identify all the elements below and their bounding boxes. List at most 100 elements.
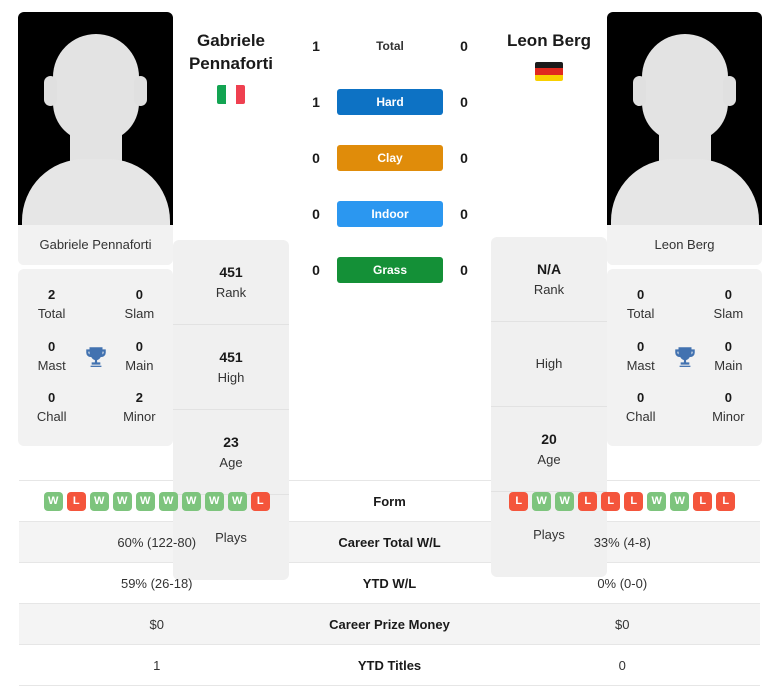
right-titles-chall-label: Chall bbox=[625, 409, 656, 425]
titles-row-bottom: 0 Chall 0 Minor bbox=[613, 382, 756, 434]
left-rank-value: 451 bbox=[219, 263, 243, 280]
right-titles-total: 0 Total bbox=[613, 286, 668, 324]
h2h-surface-label-grass[interactable]: Grass bbox=[337, 257, 443, 283]
left-titles-slam: 0 Slam bbox=[112, 286, 167, 324]
table-row: W L W W W W W W W L Form L W W L L L W W L L bbox=[19, 481, 760, 522]
form-badge-win[interactable]: W bbox=[89, 491, 109, 511]
avatar-silhouette-head bbox=[641, 34, 728, 142]
left-high-cell: 451 High bbox=[173, 325, 289, 410]
left-titles-slam-value: 0 bbox=[135, 287, 143, 302]
h2h-left-score: 0 bbox=[312, 206, 320, 222]
left-titles-mast: 0 Mast bbox=[24, 338, 79, 376]
titles-row-top: 2 Total 0 Slam bbox=[24, 279, 167, 331]
left-age-label: Age bbox=[219, 454, 243, 470]
avatar-silhouette-head bbox=[52, 34, 139, 142]
right-rank-cell: N/A Rank bbox=[491, 237, 607, 322]
h2h-right-score: 0 bbox=[460, 262, 468, 278]
table-row: 59% (26-18) YTD W/L 0% (0-0) bbox=[19, 563, 760, 604]
form-badge-win[interactable]: W bbox=[670, 491, 690, 511]
left-player-titles-card: 2 Total 0 Slam 0 Mast 0 Main 0 Chall 2 M… bbox=[18, 269, 173, 447]
form-badge-win[interactable]: W bbox=[112, 491, 132, 511]
right-titles-mast-label: Mast bbox=[626, 357, 655, 373]
right-player-form: LWWLLLWWLL bbox=[485, 491, 761, 511]
form-badge-loss[interactable]: L bbox=[66, 491, 86, 511]
left-player-avatar-card[interactable]: Gabriele Pennaforti bbox=[18, 12, 173, 265]
left-age-value: 23 bbox=[223, 433, 239, 450]
right-titles-total-value: 0 bbox=[637, 287, 645, 302]
trophy-icon bbox=[79, 344, 111, 370]
h2h-row-hard: 1 Hard 0 bbox=[295, 74, 485, 130]
form-badge-win[interactable]: W bbox=[158, 491, 178, 511]
left-high-value: 451 bbox=[219, 348, 243, 365]
h2h-right-score: 0 bbox=[460, 150, 468, 166]
left-player-rank-card: 451 Rank 451 High 23 Age Plays bbox=[173, 239, 289, 580]
h2h-surface-label-clay[interactable]: Clay bbox=[337, 145, 443, 171]
h2h-row-clay: 0 Clay 0 bbox=[295, 130, 485, 186]
germany-flag bbox=[535, 61, 563, 81]
left-titles-chall-label: Chall bbox=[36, 409, 67, 425]
h2h-left-score: 0 bbox=[312, 262, 320, 278]
player-comparison-header: Gabriele Pennaforti 2 Total 0 Slam 0 Mas… bbox=[0, 0, 779, 580]
head-to-head-column: 1 Total 0 1 Hard 0 0 Clay 0 0 Indoor 0 0 Grass 0 bbox=[289, 12, 491, 298]
right-player-titles-card: 0 Total 0 Slam 0 Mast 0 Main 0 Chall 0 M… bbox=[607, 269, 762, 447]
left-rank-spacer bbox=[173, 104, 289, 240]
right-age-label: Age bbox=[537, 451, 561, 467]
form-badge-loss[interactable]: L bbox=[578, 491, 598, 511]
left-rank-label: Rank bbox=[215, 284, 247, 300]
right-player-name: Leon Berg bbox=[491, 12, 607, 53]
right-rank-spacer bbox=[491, 81, 607, 237]
form-badge-loss[interactable]: L bbox=[601, 491, 621, 511]
form-badge-win[interactable]: W bbox=[181, 491, 201, 511]
form-badge-win[interactable]: W bbox=[532, 491, 552, 511]
left-form-strip: WLWWWWWWWL bbox=[19, 491, 295, 511]
right-titles-chall-value: 0 bbox=[637, 390, 645, 406]
right-titles-mast-value: 0 bbox=[637, 338, 645, 354]
right-titles-main-value: 0 bbox=[724, 338, 732, 354]
head-to-head-list: 1 Total 0 1 Hard 0 0 Clay 0 0 Indoor 0 0 Grass 0 bbox=[295, 12, 485, 298]
right-rank-value: N/A bbox=[536, 260, 562, 277]
left-age-cell: 23 Age bbox=[173, 410, 289, 495]
right-player-avatar-card[interactable]: Leon Berg bbox=[607, 12, 762, 265]
form-badge-win[interactable]: W bbox=[204, 491, 224, 511]
form-badge-loss[interactable]: L bbox=[716, 491, 736, 511]
avatar bbox=[607, 12, 762, 225]
trophy-icon bbox=[668, 344, 700, 370]
titles-row-bottom: 0 Chall 2 Minor bbox=[24, 382, 167, 434]
form-badge-win[interactable]: W bbox=[555, 491, 575, 511]
left-titles-mast-value: 0 bbox=[48, 338, 56, 354]
h2h-right-score: 0 bbox=[460, 206, 468, 222]
left-player-career-total-w-l: 60% (122-80) bbox=[117, 534, 197, 550]
titles-row-top: 0 Total 0 Slam bbox=[613, 279, 756, 331]
left-titles-main-value: 0 bbox=[135, 338, 143, 354]
h2h-row-total: 1 Total 0 bbox=[295, 18, 485, 74]
stat-label: YTD Titles bbox=[357, 657, 422, 673]
form-badge-win[interactable]: W bbox=[135, 491, 155, 511]
form-badge-loss[interactable]: L bbox=[624, 491, 644, 511]
left-titles-chall-value: 0 bbox=[48, 390, 56, 406]
right-player-career-total-w-l: 33% (4-8) bbox=[593, 534, 651, 550]
stat-label: Form bbox=[373, 493, 406, 509]
h2h-surface-label-total: Total bbox=[376, 39, 404, 53]
form-badge-win[interactable]: W bbox=[43, 491, 63, 511]
form-badge-win[interactable]: W bbox=[647, 491, 667, 511]
left-player-ytd-w-l: 59% (26-18) bbox=[120, 575, 193, 591]
right-titles-mast: 0 Mast bbox=[613, 338, 668, 376]
left-player-form: WLWWWWWWWL bbox=[19, 491, 295, 511]
titles-row-middle: 0 Mast 0 Main bbox=[613, 331, 756, 383]
right-player-column: Leon Berg 0 Total 0 Slam 0 Mast 0 Main 0… bbox=[607, 12, 762, 447]
left-player-name: Gabriele Pennaforti bbox=[173, 12, 289, 76]
right-player-career-prize-money: $0 bbox=[615, 616, 630, 632]
stat-label: Career Prize Money bbox=[329, 616, 450, 632]
titles-row-middle: 0 Mast 0 Main bbox=[24, 331, 167, 383]
h2h-surface-label-hard[interactable]: Hard bbox=[337, 89, 443, 115]
right-rank-label: Rank bbox=[533, 281, 565, 297]
right-titles-minor: 0 Minor bbox=[701, 389, 756, 427]
left-titles-minor: 2 Minor bbox=[112, 389, 167, 427]
h2h-left-score: 1 bbox=[312, 38, 320, 54]
form-badge-loss[interactable]: L bbox=[250, 491, 270, 511]
form-badge-loss[interactable]: L bbox=[693, 491, 713, 511]
h2h-surface-label-indoor[interactable]: Indoor bbox=[337, 201, 443, 227]
form-badge-loss[interactable]: L bbox=[509, 491, 529, 511]
form-badge-win[interactable]: W bbox=[227, 491, 247, 511]
table-row: 1 YTD Titles 0 bbox=[19, 645, 760, 686]
